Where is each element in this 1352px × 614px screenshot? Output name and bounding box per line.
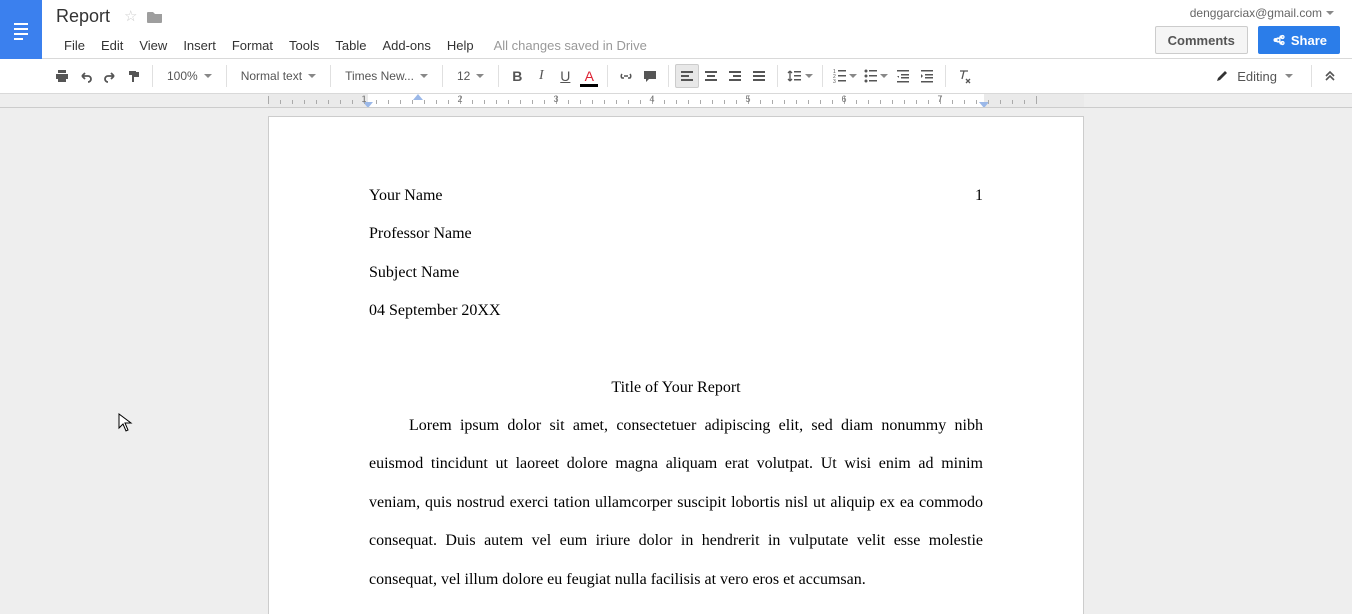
align-left-button[interactable] <box>675 64 699 88</box>
align-center-button[interactable] <box>699 64 723 88</box>
ruler-number: 5 <box>745 94 750 104</box>
toolbar: 100% Normal text Times New... 12 B I U A… <box>0 59 1352 94</box>
page-number: 1 <box>975 177 983 215</box>
menu-table[interactable]: Table <box>327 34 374 57</box>
editing-mode-button[interactable]: Editing <box>1203 69 1305 84</box>
numbered-list-button[interactable]: 123 <box>829 64 860 88</box>
report-title[interactable]: Title of Your Report <box>369 369 983 407</box>
ruler-number: 1 <box>361 94 366 104</box>
star-icon[interactable]: ☆ <box>124 7 137 25</box>
line-subject[interactable]: Subject Name <box>369 254 983 292</box>
document-title[interactable]: Report <box>56 6 120 27</box>
font-size-select[interactable]: 12 <box>449 64 492 88</box>
save-status: All changes saved in Drive <box>482 38 647 53</box>
zoom-select[interactable]: 100% <box>159 64 220 88</box>
menu-insert[interactable]: Insert <box>175 34 224 57</box>
account-menu[interactable]: denggarciax@gmail.com <box>1190 6 1334 20</box>
account-email: denggarciax@gmail.com <box>1190 6 1322 20</box>
ruler[interactable]: 1 2 3 4 5 6 7 <box>0 94 1352 108</box>
menu-file[interactable]: File <box>56 34 93 57</box>
folder-icon[interactable] <box>147 10 163 23</box>
paint-format-button[interactable] <box>122 64 146 88</box>
print-button[interactable] <box>50 64 74 88</box>
comments-button[interactable]: Comments <box>1155 26 1248 54</box>
page[interactable]: 1 Your Name Professor Name Subject Name … <box>268 116 1084 614</box>
docs-logo[interactable] <box>0 0 42 59</box>
line-spacing-button[interactable] <box>784 64 816 88</box>
pencil-icon <box>1215 69 1229 83</box>
line-professor[interactable]: Professor Name <box>369 215 983 253</box>
menu-addons[interactable]: Add-ons <box>374 34 438 57</box>
text-color-button[interactable]: A <box>577 64 601 88</box>
undo-button[interactable] <box>74 64 98 88</box>
menu-tools[interactable]: Tools <box>281 34 327 57</box>
menu-help[interactable]: Help <box>439 34 482 57</box>
increase-indent-button[interactable] <box>915 64 939 88</box>
menu-bar: File Edit View Insert Format Tools Table… <box>56 31 1155 59</box>
line-name[interactable]: Your Name <box>369 177 983 215</box>
body-paragraph[interactable]: Lorem ipsum dolor sit amet, consectetuer… <box>369 407 983 599</box>
menu-format[interactable]: Format <box>224 34 281 57</box>
document-header-block[interactable]: Your Name Professor Name Subject Name 04… <box>369 177 983 331</box>
ruler-number: 6 <box>841 94 846 104</box>
bold-button[interactable]: B <box>505 64 529 88</box>
line-date[interactable]: 04 September 20XX <box>369 292 983 330</box>
comment-button[interactable] <box>638 64 662 88</box>
mode-label: Editing <box>1237 69 1277 84</box>
share-button[interactable]: Share <box>1258 26 1340 54</box>
redo-button[interactable] <box>98 64 122 88</box>
chevron-down-icon <box>1285 74 1293 78</box>
clear-formatting-button[interactable] <box>952 64 976 88</box>
svg-text:3: 3 <box>833 79 836 84</box>
menu-edit[interactable]: Edit <box>93 34 131 57</box>
ruler-number: 2 <box>457 94 462 104</box>
ruler-number: 4 <box>649 94 654 104</box>
chevron-down-icon <box>1326 11 1334 15</box>
document-canvas[interactable]: 1 Your Name Professor Name Subject Name … <box>0 108 1352 614</box>
align-right-button[interactable] <box>723 64 747 88</box>
expand-button[interactable] <box>1318 64 1342 88</box>
ruler-number: 7 <box>937 94 942 104</box>
menu-view[interactable]: View <box>131 34 175 57</box>
link-button[interactable] <box>614 64 638 88</box>
italic-button[interactable]: I <box>529 64 553 88</box>
decrease-indent-button[interactable] <box>891 64 915 88</box>
ruler-number: 3 <box>553 94 558 104</box>
style-select[interactable]: Normal text <box>233 64 324 88</box>
app-header: Report ☆ File Edit View Insert Format To… <box>0 0 1352 59</box>
share-label: Share <box>1291 33 1327 48</box>
font-select[interactable]: Times New... <box>337 64 436 88</box>
underline-button[interactable]: U <box>553 64 577 88</box>
bulleted-list-button[interactable] <box>860 64 891 88</box>
align-justify-button[interactable] <box>747 64 771 88</box>
